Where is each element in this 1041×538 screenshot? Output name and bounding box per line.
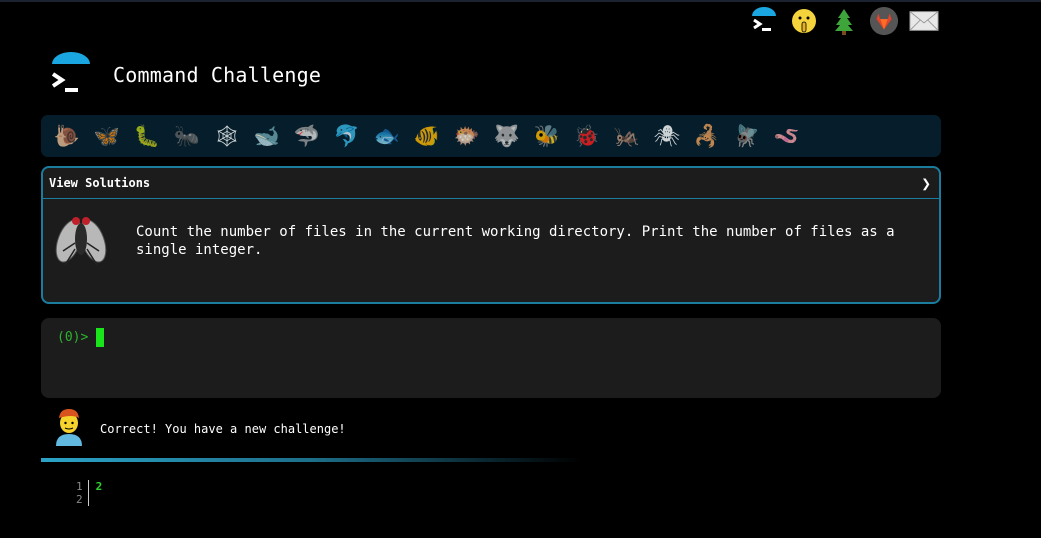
envelope-icon[interactable] xyxy=(909,6,939,36)
worm-icon[interactable]: 🪱 xyxy=(767,119,807,153)
fly-icon xyxy=(51,209,111,273)
challenge-panel: View Solutions ❯ Count the number of fil… xyxy=(41,166,941,304)
fish-icon[interactable]: 🐟 xyxy=(367,119,407,153)
line-number: 2 xyxy=(76,493,83,506)
dolphin-icon[interactable]: 🐬 xyxy=(327,119,367,153)
output-panel: 1 2 2 xyxy=(76,480,102,506)
terminal-prompt: (0)> xyxy=(57,330,89,345)
view-solutions-toggle[interactable]: View Solutions ❯ xyxy=(43,168,939,199)
top-border xyxy=(0,0,1041,2)
line-number-gutter: 1 2 xyxy=(76,480,89,506)
blowfish-icon[interactable]: 🐡 xyxy=(447,119,487,153)
app-logo-icon[interactable] xyxy=(48,52,94,98)
scorpion-icon[interactable]: 🦂 xyxy=(687,119,727,153)
tree-icon[interactable] xyxy=(829,6,859,36)
challenge-body: Count the number of files in the current… xyxy=(43,199,939,283)
challenge-strip: 🐌 🦋 🐛 🐜 🕸 🐋 🦈 🐬 🐟 🐠 🐡 🐺 🐝 🐞 🦗 🕷 🦂 🪰 🪱 xyxy=(41,115,941,157)
person-avatar-icon xyxy=(54,408,84,450)
terminal-input[interactable]: (0)> xyxy=(41,318,941,398)
view-solutions-label: View Solutions xyxy=(49,176,151,190)
wolf-icon[interactable]: 🐺 xyxy=(487,119,527,153)
bee-icon[interactable]: 🐝 xyxy=(527,119,567,153)
page-header: Command Challenge xyxy=(48,52,321,98)
page-title: Command Challenge xyxy=(113,63,322,87)
line-number: 1 xyxy=(76,480,83,493)
top-icon-bar xyxy=(749,6,939,36)
fly-icon[interactable]: 🪰 xyxy=(727,119,767,153)
whale-icon[interactable]: 🐋 xyxy=(247,119,287,153)
progress-divider xyxy=(41,458,581,462)
output-lines: 2 xyxy=(89,480,103,506)
result-message: Correct! You have a new challenge! xyxy=(54,408,346,450)
caterpillar-icon[interactable]: 🐛 xyxy=(127,119,167,153)
ladybug-icon[interactable]: 🐞 xyxy=(567,119,607,153)
snail-icon[interactable]: 🐌 xyxy=(47,119,87,153)
spider-icon[interactable]: 🕷 xyxy=(647,119,687,153)
chevron-right-icon[interactable]: ❯ xyxy=(921,174,931,193)
result-text: Correct! You have a new challenge! xyxy=(100,422,346,436)
challenge-description: Count the number of files in the current… xyxy=(136,224,895,258)
gitlab-icon[interactable] xyxy=(869,6,899,36)
cricket-icon[interactable]: 🦗 xyxy=(607,119,647,153)
ant-icon[interactable]: 🐜 xyxy=(167,119,207,153)
shush-face-icon[interactable] xyxy=(789,6,819,36)
tropical-fish-icon[interactable]: 🐠 xyxy=(407,119,447,153)
terminal-logo-icon[interactable] xyxy=(749,6,779,36)
spider-web-icon[interactable]: 🕸 xyxy=(207,119,247,153)
shark-icon[interactable]: 🦈 xyxy=(287,119,327,153)
terminal-cursor xyxy=(96,328,104,347)
butterfly-icon[interactable]: 🦋 xyxy=(87,119,127,153)
output-line: 2 xyxy=(95,480,103,493)
